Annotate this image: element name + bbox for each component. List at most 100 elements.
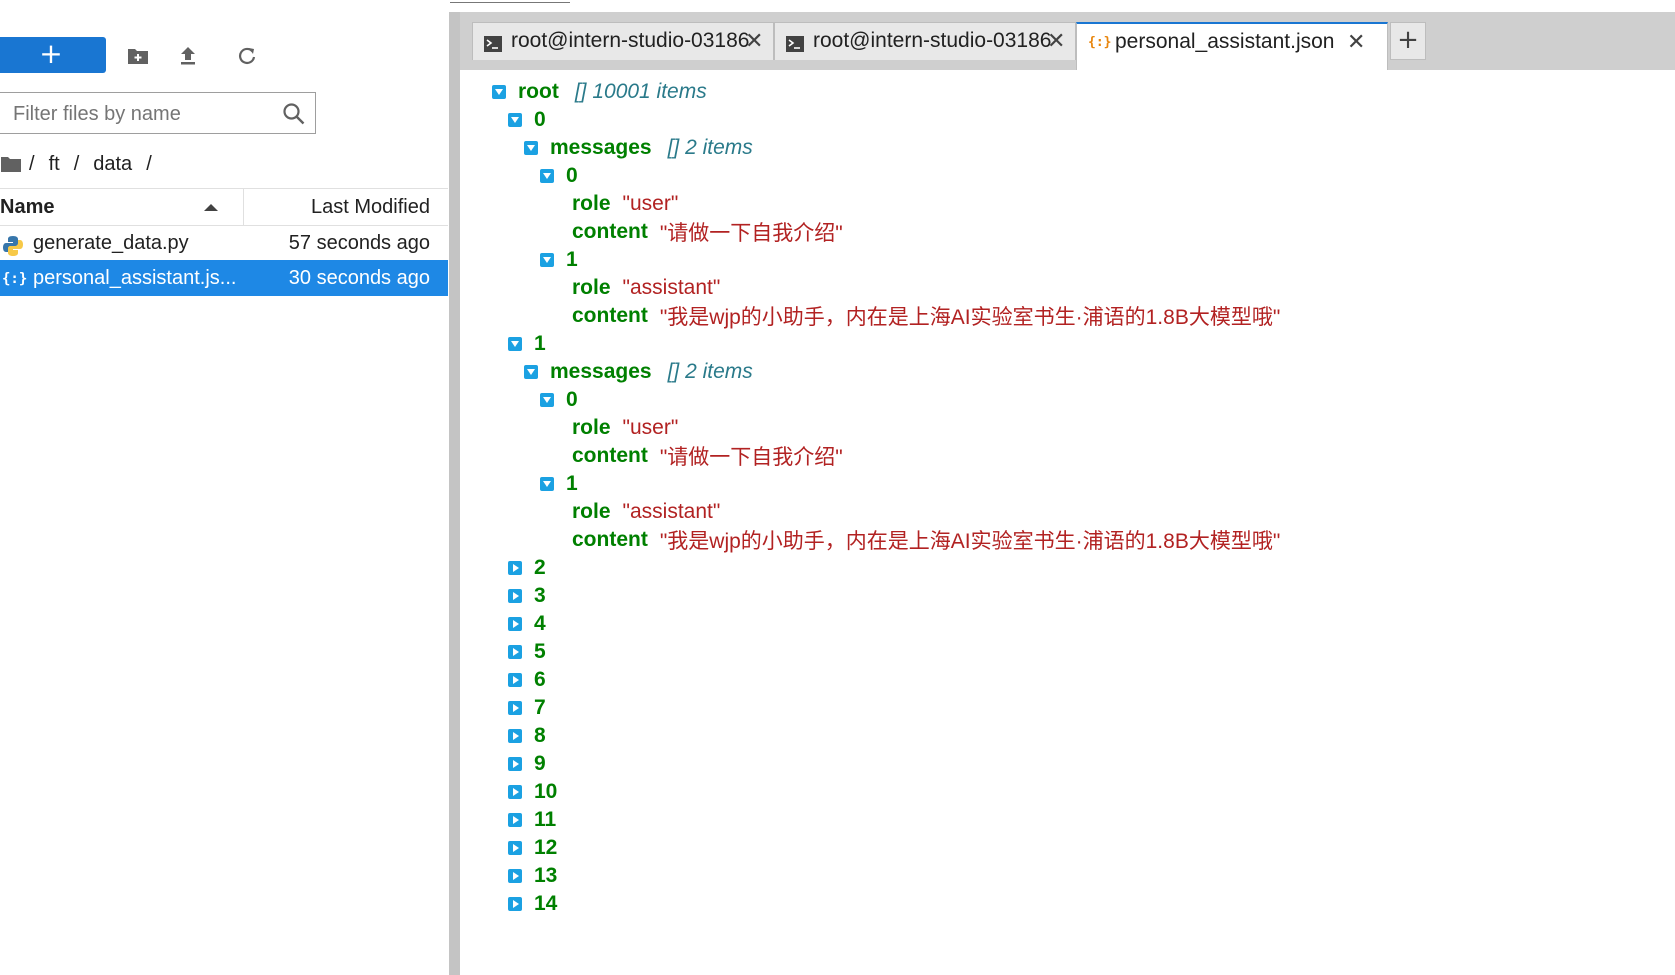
expand-triangle-icon[interactable] xyxy=(508,785,522,799)
json-key: 6 xyxy=(534,668,546,691)
breadcrumb-separator: / xyxy=(29,152,35,175)
json-node-messages[interactable]: messages [] 2 items xyxy=(524,134,753,162)
collapse-triangle-icon[interactable] xyxy=(540,253,554,267)
expand-triangle-icon[interactable] xyxy=(508,897,522,911)
expand-triangle-icon[interactable] xyxy=(508,701,522,715)
tab-personal-assistant-json[interactable]: {:} personal_assistant.json ✕ xyxy=(1076,22,1388,72)
json-leaf-row: content "我是wjp的小助手，内在是上海AI实验室书生·浦语的1.8B大模… xyxy=(572,526,1280,554)
json-key: root xyxy=(518,80,559,103)
json-key: role xyxy=(572,500,611,523)
close-icon[interactable]: ✕ xyxy=(745,28,763,54)
json-node-8[interactable]: 8 xyxy=(508,722,546,750)
json-node-11[interactable]: 11 xyxy=(508,806,556,834)
json-leaf-row: content "请做一下自我介绍" xyxy=(572,442,843,470)
collapse-triangle-icon[interactable] xyxy=(492,85,506,99)
json-node-12[interactable]: 12 xyxy=(508,834,557,862)
json-viewer: root [] 10001 items 0 messages[] 2 items 0… xyxy=(460,70,1675,975)
collapse-triangle-icon[interactable] xyxy=(540,169,554,183)
json-node-0[interactable]: 0 xyxy=(508,106,546,134)
json-key: content xyxy=(572,444,648,467)
json-node-1[interactable]: 1 xyxy=(540,470,578,498)
collapse-triangle-icon[interactable] xyxy=(508,113,522,127)
expand-triangle-icon[interactable] xyxy=(508,673,522,687)
json-key: 9 xyxy=(534,752,546,775)
json-key: 0 xyxy=(566,164,578,187)
json-leaf-row: content "我是wjp的小助手，内在是上海AI实验室书生·浦语的1.8B大模… xyxy=(572,302,1280,330)
json-leaf-row: role "user" xyxy=(572,190,678,218)
expand-triangle-icon[interactable] xyxy=(508,645,522,659)
json-leaf-row: role "user" xyxy=(572,414,678,442)
add-tab-button[interactable]: + xyxy=(1390,22,1426,60)
json-string-value: "assistant" xyxy=(622,500,721,523)
file-row-generate-data[interactable]: generate_data.py 57 seconds ago xyxy=(0,225,448,261)
json-key: role xyxy=(572,192,611,215)
new-folder-icon[interactable] xyxy=(123,41,153,71)
json-node-1[interactable]: 1 xyxy=(508,330,546,358)
json-key: 2 xyxy=(534,556,546,579)
json-key: 8 xyxy=(534,724,546,747)
json-key: content xyxy=(572,220,648,243)
json-key: role xyxy=(572,416,611,439)
upload-icon[interactable] xyxy=(173,41,203,71)
json-node-14[interactable]: 14 xyxy=(508,890,557,918)
terminal-icon xyxy=(786,34,804,52)
tab-terminal-1[interactable]: root@intern-studio-03186 ✕ xyxy=(472,22,774,60)
json-key: role xyxy=(572,276,611,299)
expand-triangle-icon[interactable] xyxy=(508,729,522,743)
json-node-0[interactable]: 0 xyxy=(540,162,578,190)
column-header-last-modified[interactable]: Last Modified xyxy=(244,189,430,225)
json-key: 12 xyxy=(534,836,558,859)
collapse-triangle-icon[interactable] xyxy=(540,393,554,407)
json-node-messages[interactable]: messages [] 2 items xyxy=(524,358,753,386)
tab-label: root@intern-studio-03186 xyxy=(813,29,1052,52)
json-string-value: "user" xyxy=(622,192,679,215)
close-icon[interactable]: ✕ xyxy=(1347,29,1365,55)
json-key: content xyxy=(572,528,648,551)
json-meta: [] 2 items xyxy=(667,360,753,383)
expand-triangle-icon[interactable] xyxy=(508,617,522,631)
expand-triangle-icon[interactable] xyxy=(508,841,522,855)
column-header-name[interactable]: Name xyxy=(0,189,244,225)
collapse-triangle-icon[interactable] xyxy=(508,337,522,351)
breadcrumb: / ft / data / xyxy=(0,149,159,179)
sort-ascending-icon xyxy=(204,204,218,211)
json-string-value: "我是wjp的小助手，内在是上海AI实验室书生·浦语的1.8B大模型哦" xyxy=(659,530,1281,553)
json-key: 11 xyxy=(534,808,557,831)
json-node-4[interactable]: 4 xyxy=(508,610,546,638)
tab-terminal-2[interactable]: root@intern-studio-03186 ✕ xyxy=(774,22,1076,60)
folder-icon[interactable] xyxy=(0,155,22,173)
file-name: personal_assistant.js... xyxy=(33,267,237,289)
new-launcher-button[interactable]: + xyxy=(0,37,106,73)
json-node-7[interactable]: 7 xyxy=(508,694,546,722)
json-node-1[interactable]: 1 xyxy=(540,246,578,274)
expand-triangle-icon[interactable] xyxy=(508,561,522,575)
json-node-10[interactable]: 10 xyxy=(508,778,557,806)
breadcrumb-separator: / xyxy=(146,152,152,175)
expand-triangle-icon[interactable] xyxy=(508,869,522,883)
json-string-value: "请做一下自我介绍" xyxy=(659,446,843,469)
expand-triangle-icon[interactable] xyxy=(508,757,522,771)
collapse-triangle-icon[interactable] xyxy=(540,477,554,491)
json-node-6[interactable]: 6 xyxy=(508,666,546,694)
json-node-13[interactable]: 13 xyxy=(508,862,557,890)
collapse-triangle-icon[interactable] xyxy=(524,365,538,379)
json-leaf-row: role "assistant" xyxy=(572,498,720,526)
json-node-root[interactable]: root [] 10001 items xyxy=(492,78,707,106)
json-leaf-row: role "assistant" xyxy=(572,274,720,302)
expand-triangle-icon[interactable] xyxy=(508,813,522,827)
close-icon[interactable]: ✕ xyxy=(1047,28,1065,54)
json-node-2[interactable]: 2 xyxy=(508,554,546,582)
refresh-icon[interactable] xyxy=(232,41,262,71)
breadcrumb-ft[interactable]: ft xyxy=(49,153,60,176)
file-row-personal-assistant[interactable]: {:} personal_assistant.js... 30 seconds … xyxy=(0,260,448,296)
json-node-5[interactable]: 5 xyxy=(508,638,546,666)
panel-splitter[interactable] xyxy=(449,12,460,975)
json-node-0[interactable]: 0 xyxy=(540,386,578,414)
json-node-3[interactable]: 3 xyxy=(508,582,546,610)
filter-files-input[interactable] xyxy=(11,99,275,129)
collapse-triangle-icon[interactable] xyxy=(524,141,538,155)
json-node-9[interactable]: 9 xyxy=(508,750,546,778)
expand-triangle-icon[interactable] xyxy=(508,589,522,603)
breadcrumb-data[interactable]: data xyxy=(93,153,132,176)
column-name-label: Name xyxy=(0,196,55,218)
